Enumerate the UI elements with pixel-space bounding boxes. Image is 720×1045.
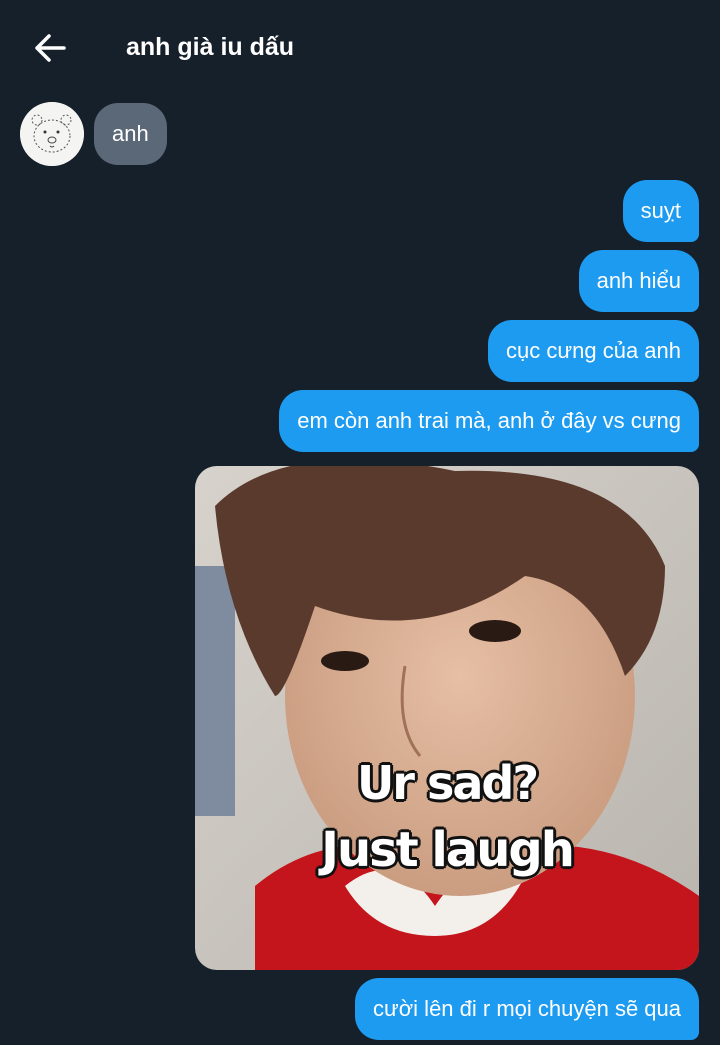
message-bubble-outgoing[interactable]: cục cưng của anh	[488, 320, 699, 382]
message-bubble-outgoing[interactable]: anh hiểu	[578, 250, 699, 312]
selfie-image	[195, 466, 699, 970]
avatar[interactable]	[20, 102, 84, 166]
photo-caption-line-1: Ur sad?	[356, 756, 539, 810]
photo-caption-line-2: Just laugh	[321, 822, 575, 878]
bear-doodle-icon	[20, 102, 84, 166]
message-bubble-incoming[interactable]: anh	[94, 103, 167, 165]
photo-message[interactable]: Ur sad? Just laugh	[195, 466, 699, 970]
message-bubble-outgoing[interactable]: cười lên đi r mọi chuyện sẽ qua	[355, 978, 699, 1040]
conversation-title[interactable]: anh già iu dấu	[126, 30, 294, 64]
message-bubble-outgoing[interactable]: em còn anh trai mà, anh ở đây vs cưng	[279, 390, 699, 452]
message-bubble-outgoing[interactable]: suỵt	[622, 180, 699, 242]
chat-header: anh già iu dấu	[0, 0, 720, 95]
back-button[interactable]	[30, 28, 70, 68]
arrow-left-icon	[35, 34, 66, 62]
